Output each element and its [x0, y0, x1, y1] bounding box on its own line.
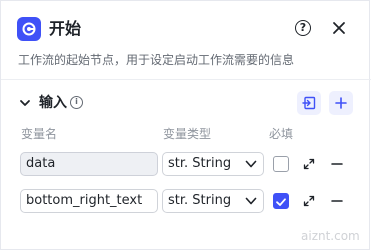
inputs-section-title: 输入 — [39, 95, 67, 111]
add-variable-button[interactable] — [329, 91, 353, 115]
minus-icon[interactable] — [331, 158, 343, 170]
column-header-required: 必填 — [269, 127, 294, 141]
minus-icon[interactable] — [331, 195, 343, 207]
required-checkbox[interactable] — [273, 156, 289, 172]
node-title: 开始 — [49, 19, 82, 38]
variable-name-input[interactable]: data — [20, 152, 158, 176]
check-icon — [276, 198, 286, 206]
start-node-panel: 开始 ? 工作流的起始节点，用于设定启动工作流需要的信息 输入 i 变量名 变量… — [0, 0, 371, 250]
import-icon — [302, 96, 316, 110]
import-variables-button[interactable] — [297, 91, 321, 115]
column-header-name: 变量名 — [21, 127, 58, 141]
close-icon[interactable] — [331, 20, 347, 36]
header-divider — [1, 79, 371, 80]
node-description: 工作流的起始节点，用于设定启动工作流需要的信息 — [18, 53, 295, 67]
info-icon[interactable]: i — [70, 96, 83, 109]
app-logo-icon — [17, 17, 41, 41]
variable-type-select[interactable]: str. String — [162, 152, 264, 176]
column-header-type: 变量类型 — [163, 127, 212, 141]
watermark: aiznt.com — [301, 229, 360, 243]
help-icon[interactable]: ? — [295, 20, 311, 36]
variable-name-input[interactable]: bottom_right_text — [20, 189, 158, 213]
chevron-down-icon[interactable] — [19, 97, 31, 109]
expand-icon[interactable] — [303, 195, 315, 207]
variable-type-value: str. String — [168, 193, 232, 208]
plus-icon — [335, 97, 347, 109]
caret-down-icon — [245, 197, 257, 205]
variable-type-select[interactable]: str. String — [162, 189, 264, 213]
required-checkbox[interactable] — [273, 193, 289, 209]
expand-icon[interactable] — [303, 158, 315, 170]
caret-down-icon — [245, 160, 257, 168]
variable-type-value: str. String — [168, 156, 232, 171]
